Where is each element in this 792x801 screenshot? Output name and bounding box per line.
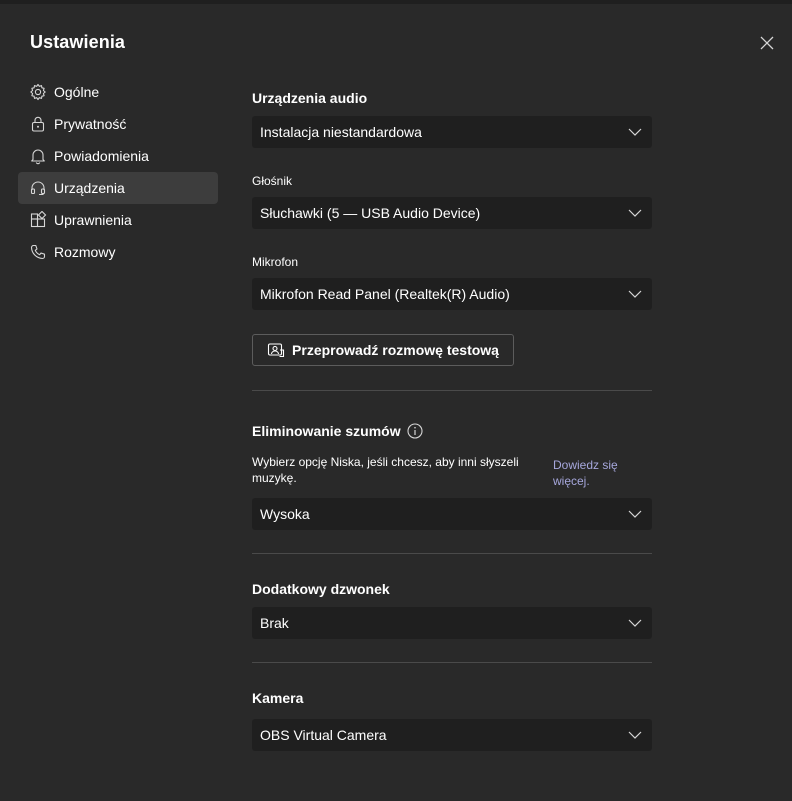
- sidebar-item-label: Rozmowy: [54, 244, 116, 260]
- secondary-ringer-heading: Dodatkowy dzwonek: [252, 581, 390, 597]
- apps-icon: [29, 211, 47, 229]
- learn-more-link[interactable]: Dowiedz się więcej.: [553, 457, 633, 489]
- microphone-dropdown[interactable]: Mikrofon Read Panel (Realtek(R) Audio): [252, 278, 652, 310]
- speaker-label: Głośnik: [252, 174, 293, 188]
- sidebar-item-label: Prywatność: [54, 116, 127, 132]
- sidebar-item-label: Urządzenia: [54, 180, 125, 196]
- settings-sidebar: Ogólne Prywatność Powiadomienia Urządzen…: [18, 76, 218, 268]
- audio-device-value: Instalacja niestandardowa: [260, 124, 422, 140]
- noise-suppression-dropdown[interactable]: Wysoka: [252, 498, 652, 530]
- gear-icon: [29, 83, 47, 101]
- lock-icon: [29, 115, 47, 133]
- dialog-title: Ustawienia: [30, 32, 126, 52]
- audio-device-dropdown[interactable]: Instalacja niestandardowa: [252, 116, 652, 148]
- bell-icon: [29, 147, 47, 165]
- test-call-icon: [267, 342, 285, 358]
- camera-dropdown[interactable]: OBS Virtual Camera: [252, 719, 652, 751]
- speaker-value: Słuchawki (5 — USB Audio Device): [260, 205, 481, 221]
- divider: [252, 390, 652, 391]
- divider: [252, 553, 652, 554]
- test-call-button[interactable]: Przeprowadź rozmowę testową: [252, 334, 514, 366]
- audio-devices-heading: Urządzenia audio: [252, 90, 368, 106]
- sidebar-item-permissions[interactable]: Uprawnienia: [18, 204, 218, 236]
- sidebar-item-calls[interactable]: Rozmowy: [18, 236, 218, 268]
- camera-heading: Kamera: [252, 690, 304, 706]
- sidebar-item-label: Uprawnienia: [54, 212, 132, 228]
- noise-suppression-value: Wysoka: [260, 506, 310, 522]
- chevron-down-icon: [628, 209, 642, 217]
- close-icon: [760, 36, 774, 50]
- camera-value: OBS Virtual Camera: [260, 727, 387, 743]
- microphone-value: Mikrofon Read Panel (Realtek(R) Audio): [260, 286, 510, 302]
- sidebar-item-devices[interactable]: Urządzenia: [18, 172, 218, 204]
- divider: [252, 662, 652, 663]
- chevron-down-icon: [628, 290, 642, 298]
- secondary-ringer-value: Brak: [260, 615, 289, 631]
- sidebar-item-privacy[interactable]: Prywatność: [18, 108, 218, 140]
- sidebar-item-label: Powiadomienia: [54, 148, 149, 164]
- chevron-down-icon: [628, 510, 642, 518]
- headset-icon: [29, 179, 47, 197]
- chevron-down-icon: [628, 619, 642, 627]
- test-call-label: Przeprowadź rozmowę testową: [292, 342, 499, 358]
- secondary-ringer-dropdown[interactable]: Brak: [252, 607, 652, 639]
- info-icon[interactable]: [407, 423, 423, 439]
- noise-suppression-description: Wybierz opcję Niska, jeśli chcesz, aby i…: [252, 455, 519, 485]
- sidebar-item-general[interactable]: Ogólne: [18, 76, 218, 108]
- microphone-label: Mikrofon: [252, 255, 299, 269]
- noise-suppression-heading: Eliminowanie szumów: [252, 423, 401, 439]
- close-button[interactable]: [757, 33, 777, 53]
- sidebar-item-notifications[interactable]: Powiadomienia: [18, 140, 218, 172]
- chevron-down-icon: [628, 731, 642, 739]
- chevron-down-icon: [628, 128, 642, 136]
- speaker-dropdown[interactable]: Słuchawki (5 — USB Audio Device): [252, 197, 652, 229]
- phone-icon: [29, 243, 47, 261]
- sidebar-item-label: Ogólne: [54, 84, 100, 100]
